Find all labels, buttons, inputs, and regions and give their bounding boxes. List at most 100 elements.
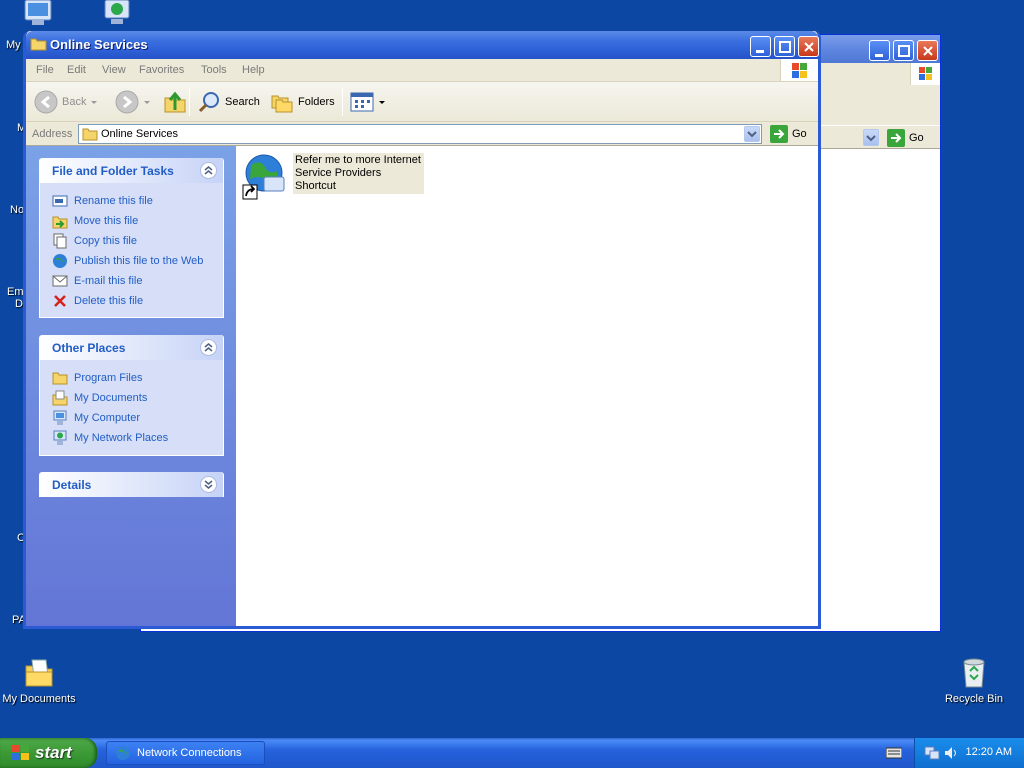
network-icon <box>53 430 67 445</box>
minimize-icon <box>756 50 764 53</box>
system-tray: 12:20 AM <box>914 738 1024 768</box>
taskbar-button-network-connections[interactable]: Network Connections <box>106 741 265 765</box>
close-icon <box>804 42 814 52</box>
address-bar: Address Online Services Go <box>26 122 818 146</box>
task-label: Rename this file <box>74 195 153 207</box>
place-my-documents[interactable]: My Documents <box>52 388 213 408</box>
search-button[interactable]: Search <box>197 88 260 116</box>
go-button-label: Go <box>909 132 924 144</box>
panel-header[interactable]: File and Folder Tasks <box>40 158 223 183</box>
chevron-down-icon <box>91 101 98 104</box>
forward-button[interactable] <box>115 88 151 116</box>
explorer-window[interactable]: Online Services File Edit View Favorites… <box>23 31 821 629</box>
windows-logo-icon <box>12 745 29 760</box>
address-dropdown-button[interactable] <box>744 126 760 142</box>
desktop-icon-label-fragment[interactable]: My <box>6 39 21 51</box>
place-my-network-places[interactable]: My Network Places <box>52 428 213 448</box>
network-desktop-icon[interactable] <box>100 0 134 31</box>
desktop-icon-label-fragment[interactable]: No <box>10 204 24 216</box>
chevron-down-icon <box>144 101 150 104</box>
back-arrow-icon <box>34 90 58 114</box>
desktop-icon-label-fragment[interactable]: D <box>15 298 23 310</box>
menu-favorites[interactable]: Favorites <box>139 64 184 76</box>
maximize-button[interactable] <box>893 40 914 61</box>
close-button[interactable] <box>917 40 938 61</box>
desktop-icon-label-fragment[interactable]: Em <box>7 286 24 298</box>
task-delete-file[interactable]: Delete this file <box>52 291 213 311</box>
task-move-file[interactable]: Move this file <box>52 211 213 231</box>
close-button[interactable] <box>798 36 819 57</box>
folder-icon <box>82 128 98 141</box>
rename-icon <box>52 195 68 207</box>
task-label: Move this file <box>74 215 139 227</box>
my-computer-desktop-icon[interactable] <box>22 0 56 31</box>
address-value: Online Services <box>101 128 179 140</box>
file-item-label: Refer me to more Internet Service Provid… <box>293 153 424 194</box>
go-button[interactable]: Go <box>887 129 924 147</box>
minimize-button[interactable] <box>750 36 771 57</box>
task-pane: File and Folder Tasks Rename this file M… <box>26 146 236 626</box>
toolbar-separator <box>189 88 190 116</box>
up-folder-button[interactable] <box>163 88 187 116</box>
place-program-files[interactable]: Program Files <box>52 368 213 388</box>
file-type: Shortcut <box>295 180 336 192</box>
place-my-computer[interactable]: My Computer <box>52 408 213 428</box>
details-panel: Details <box>39 472 224 497</box>
collapse-button[interactable] <box>200 162 217 179</box>
task-publish-to-web[interactable]: Publish this file to the Web <box>52 251 213 271</box>
task-rename-file[interactable]: Rename this file <box>52 191 213 211</box>
task-label: Publish this file to the Web <box>74 255 204 267</box>
window-titlebar[interactable]: Online Services <box>26 31 819 59</box>
volume-icon[interactable] <box>943 745 959 761</box>
address-field[interactable]: Online Services <box>78 124 762 144</box>
expand-button[interactable] <box>200 476 217 493</box>
other-places-panel: Other Places Program Files My Documents … <box>39 335 224 456</box>
task-label: Copy this file <box>74 235 137 247</box>
menu-help[interactable]: Help <box>242 64 265 76</box>
search-button-label: Search <box>225 96 260 108</box>
go-button[interactable]: Go <box>770 124 807 144</box>
menu-file[interactable]: File <box>36 64 54 76</box>
file-item-shortcut[interactable]: Refer me to more Internet Service Provid… <box>242 153 427 200</box>
chevron-down-icon <box>747 131 757 138</box>
taskbar-button-label: Network Connections <box>137 747 242 759</box>
back-button[interactable]: Back <box>34 88 98 116</box>
start-button[interactable]: start <box>0 738 97 768</box>
panel-title: File and Folder Tasks <box>52 164 174 178</box>
task-email-file[interactable]: E-mail this file <box>52 271 213 291</box>
collapse-button[interactable] <box>200 339 217 356</box>
start-label: start <box>35 743 72 762</box>
views-icon <box>350 92 374 112</box>
desktop-icon-label: My Documents <box>2 693 76 705</box>
folder-documents-icon <box>25 659 53 687</box>
desktop-icon-my-documents[interactable]: My Documents <box>0 656 78 705</box>
folders-button[interactable]: Folders <box>270 88 335 116</box>
search-icon <box>198 92 219 113</box>
panel-header[interactable]: Details <box>40 472 223 497</box>
globe-shortcut-icon <box>242 154 285 200</box>
folders-button-label: Folders <box>298 96 335 108</box>
menu-view[interactable]: View <box>102 64 126 76</box>
clock[interactable]: 12:20 AM <box>966 746 1012 758</box>
panel-header[interactable]: Other Places <box>40 335 223 360</box>
task-copy-file[interactable]: Copy this file <box>52 231 213 251</box>
file-folder-tasks-panel: File and Folder Tasks Rename this file M… <box>39 158 224 318</box>
task-label: Delete this file <box>74 295 144 307</box>
minimize-button[interactable] <box>869 40 890 61</box>
folder-icon <box>52 372 68 385</box>
maximize-button[interactable] <box>774 36 795 57</box>
computer-icon <box>53 410 67 425</box>
views-button[interactable] <box>350 88 386 116</box>
address-dropdown-button[interactable] <box>863 129 879 146</box>
go-button-label: Go <box>792 128 807 140</box>
delete-icon <box>54 295 66 307</box>
menu-tools[interactable]: Tools <box>201 64 227 76</box>
documents-icon <box>52 390 68 406</box>
menu-edit[interactable]: Edit <box>67 64 86 76</box>
place-label: Program Files <box>74 372 143 384</box>
network-status-icon[interactable] <box>924 745 940 761</box>
keyboard-icon[interactable] <box>886 747 902 759</box>
up-folder-icon <box>164 91 186 113</box>
desktop-icon-recycle-bin[interactable]: Recycle Bin <box>940 656 1008 705</box>
file-list-area[interactable]: Refer me to more Internet Service Provid… <box>236 146 818 626</box>
